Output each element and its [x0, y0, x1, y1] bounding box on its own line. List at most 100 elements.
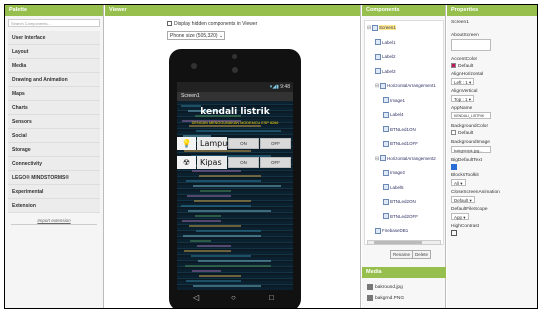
component-icon [383, 213, 389, 220]
component-icon [375, 53, 381, 60]
code-line-decoration [193, 185, 281, 187]
delete-button[interactable]: Delete [412, 250, 432, 259]
palette-category[interactable]: Extension [8, 199, 100, 213]
align-vertical-select[interactable]: Top : 1 ▾ [451, 95, 475, 102]
lamp-label: Lampu [197, 137, 227, 150]
palette-category[interactable]: Layout [8, 45, 100, 59]
tree-item[interactable]: Image1 [383, 97, 405, 105]
close-screen-animation-select[interactable]: Default ▾ [451, 196, 475, 203]
tree-item[interactable]: Label4 [383, 111, 404, 119]
palette-category[interactable]: Drawing and Animation [8, 73, 100, 87]
palette-category[interactable]: Sensors [8, 115, 100, 129]
tree-item-label: Label5 [390, 184, 404, 190]
fan-on-button[interactable]: ON [228, 157, 259, 168]
align-horizontal-select[interactable]: Left : 1 ▾ [451, 78, 475, 85]
code-line-decoration [194, 200, 251, 202]
tree-item[interactable]: Label2 [375, 53, 396, 61]
about-screen-textarea[interactable] [451, 39, 491, 51]
viewer-header: Viewer [105, 5, 360, 16]
high-contrast-property: HighContrast [451, 224, 479, 236]
palette-panel: Palette Search Components... User Interf… [5, 5, 104, 308]
app-subtitle-label: DENGAN MENGGUNAKAN MODEMCU ESP 8266 [191, 121, 279, 125]
tree-item-label: BTNLed1ON [390, 126, 416, 132]
palette-category[interactable]: User Interface [8, 31, 100, 45]
high-contrast-checkbox[interactable] [451, 230, 457, 236]
hidden-components-toggle[interactable]: Display hidden components in Viewer [167, 21, 257, 27]
home-icon[interactable]: ○ [231, 293, 236, 302]
component-icon [375, 39, 381, 46]
tree-item-label: Screen1 [379, 25, 396, 30]
palette-search-input[interactable]: Search Components... [8, 19, 100, 27]
tree-item[interactable]: ⊟ Screen1 [367, 24, 396, 32]
app-title-label: kendali listrik [200, 107, 270, 117]
tree-item-label: HorizontalArrangement1 [387, 83, 436, 88]
component-icon [375, 227, 381, 234]
tree-item[interactable]: Label1 [375, 39, 396, 47]
fan-off-button[interactable]: OFF [260, 157, 291, 168]
tree-item[interactable]: Label3 [375, 68, 396, 76]
palette-category[interactable]: Experimental [8, 185, 100, 199]
component-icon [380, 82, 386, 89]
code-line-decoration [189, 225, 241, 227]
back-icon[interactable]: ◁ [193, 293, 199, 302]
background-color-property: BackgroundColor Default [451, 124, 488, 136]
palette-category[interactable]: Connectivity [8, 157, 100, 171]
hidden-components-checkbox[interactable] [167, 21, 172, 27]
tree-item[interactable]: BTNLed2ON [383, 198, 416, 206]
big-default-text-checkbox[interactable] [451, 164, 457, 170]
code-line-decoration [199, 175, 261, 177]
app-name-input[interactable]: KENDALI_LISTRIK [451, 112, 491, 119]
components-header: Components [362, 5, 445, 16]
background-color-picker[interactable]: Default [451, 130, 488, 136]
recent-apps-icon[interactable]: □ [269, 293, 274, 302]
tree-item[interactable]: BTNLed1ON [383, 126, 416, 134]
color-swatch [451, 63, 456, 68]
palette-category[interactable]: Storage [8, 143, 100, 157]
tree-item[interactable]: ⊟ HorizontalArrangement2 [375, 155, 436, 163]
code-line-decoration [189, 125, 261, 127]
code-line-decoration [190, 240, 211, 242]
media-item-label: bakgrnd.PNG [375, 296, 405, 301]
tree-item[interactable]: ⊟ HorizontalArrangement1 [375, 82, 436, 90]
component-tree: ⊟ Screen1 Label1 Label2 Label3 ⊟ HorizontalArr… [364, 20, 444, 245]
code-line-decoration [193, 285, 261, 287]
lamp-off-button[interactable]: OFF [260, 138, 291, 149]
code-line-decoration [184, 150, 251, 152]
default-file-scope-select[interactable]: App ▾ [451, 213, 469, 220]
import-extension-link[interactable]: Import extension [11, 216, 97, 225]
palette-category[interactable]: Maps [8, 87, 100, 101]
palette-category[interactable]: Media [8, 59, 100, 73]
lamp-on-button[interactable]: ON [228, 138, 259, 149]
tree-item[interactable]: FirebaseDB1 [375, 227, 408, 235]
code-line-decoration [187, 195, 231, 197]
tree-item[interactable]: Image2 [383, 169, 405, 177]
code-line-decoration [197, 245, 231, 247]
accent-color-picker[interactable]: Default [451, 63, 477, 69]
code-line-decoration [186, 180, 261, 182]
tree-item-label: Image1 [390, 97, 406, 103]
palette-category[interactable]: LEGO® MINDSTORMS® [8, 171, 100, 185]
color-swatch [451, 130, 456, 135]
fan-label: Kipas [197, 156, 227, 169]
tree-item-label: Label2 [382, 54, 396, 59]
code-line-decoration [195, 215, 221, 217]
image-file-icon [367, 283, 373, 290]
media-item[interactable]: bakround.jpg [367, 283, 403, 292]
components-panel: Components ⊟ Screen1 Label1 Label2 Label3 ⊟ Ho… [362, 5, 446, 308]
tree-item[interactable]: Label5 [383, 184, 404, 192]
background-image-picker[interactable]: bakgrndpk.jpg... [451, 146, 491, 153]
tree-item[interactable]: BTNLed2OFF [383, 213, 418, 221]
component-icon [383, 184, 389, 191]
scrollbar-thumb[interactable] [374, 241, 422, 244]
blocks-toolkit-select[interactable]: All ▾ [451, 179, 466, 186]
tree-scrollbar[interactable] [367, 240, 441, 245]
component-icon [383, 97, 389, 104]
align-vertical-property: AlignVertical Top : 1 ▾ [451, 89, 477, 103]
palette-category[interactable]: Charts [8, 101, 100, 115]
media-item[interactable]: bakgrnd.PNG [367, 294, 404, 303]
palette-category[interactable]: Social [8, 129, 100, 143]
phone-size-select[interactable]: Phone size (505,320) ⌄ [167, 31, 225, 40]
background-image [177, 101, 293, 290]
rename-button[interactable]: Rename [390, 250, 414, 259]
tree-item[interactable]: BTNLed1OFF [383, 140, 418, 148]
